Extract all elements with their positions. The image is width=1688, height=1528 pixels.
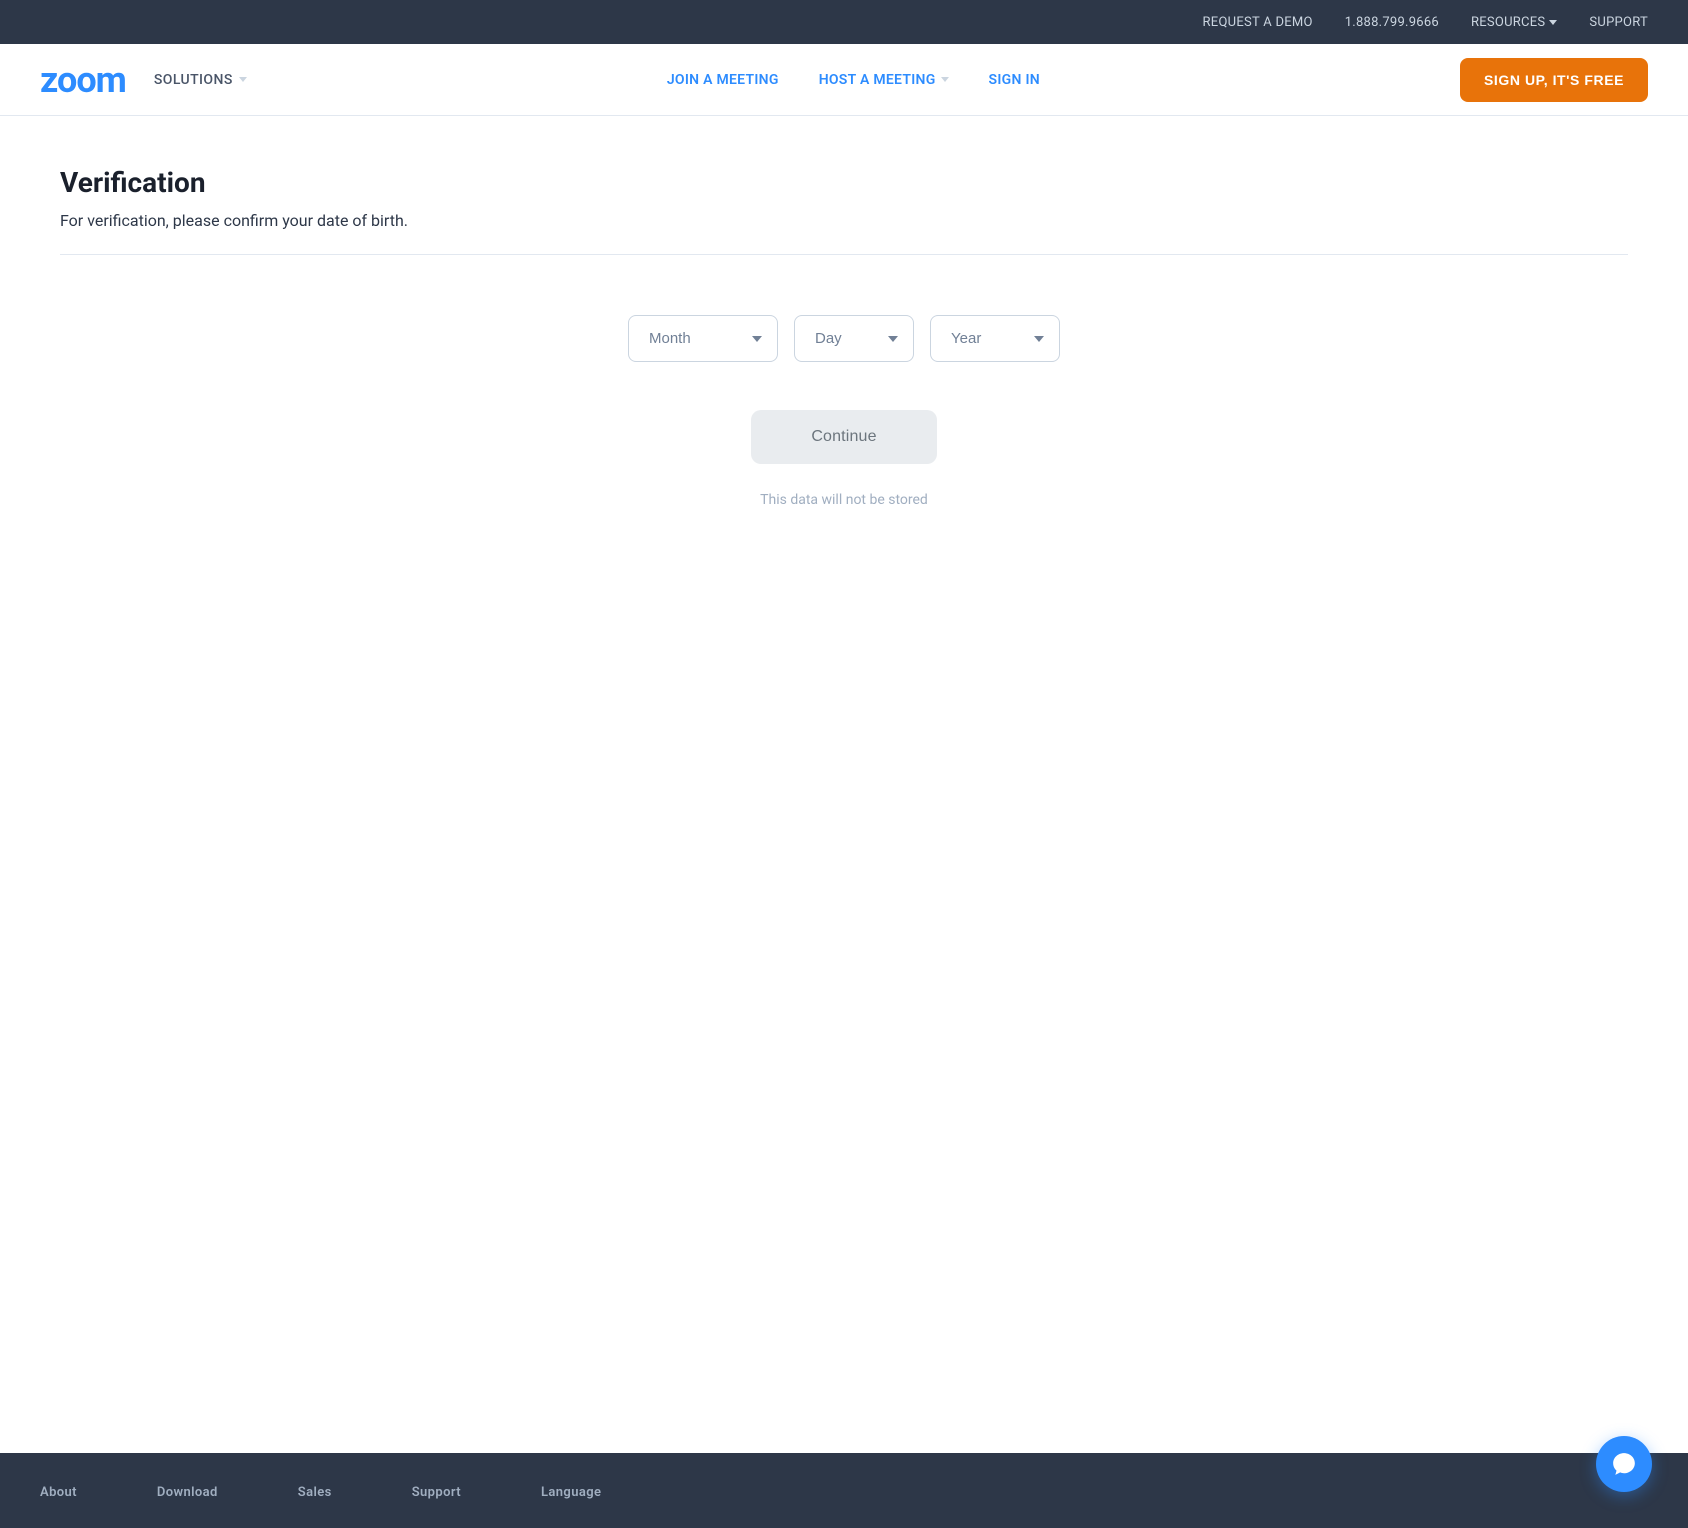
footer-col-support: Support bbox=[412, 1481, 461, 1500]
host-meeting-link[interactable]: HOST A MEETING bbox=[819, 72, 949, 88]
continue-button[interactable]: Continue bbox=[751, 410, 936, 464]
support-link[interactable]: SUPPORT bbox=[1589, 15, 1648, 30]
phone-link[interactable]: 1.888.799.9666 bbox=[1345, 15, 1439, 30]
year-select-wrapper: Year 20262025202420232022202120202019201… bbox=[930, 315, 1060, 362]
join-meeting-link[interactable]: JOIN A MEETING bbox=[667, 72, 779, 88]
month-select[interactable]: Month January February March April May J… bbox=[628, 315, 778, 362]
nav-center: JOIN A MEETING HOST A MEETING SIGN IN bbox=[247, 72, 1460, 88]
solutions-chevron-icon bbox=[239, 77, 247, 82]
footer-col-download: Download bbox=[157, 1481, 218, 1500]
year-select[interactable]: Year 20262025202420232022202120202019201… bbox=[930, 315, 1060, 362]
day-select-wrapper: Day 123456789101112131415161718192021222… bbox=[794, 315, 914, 362]
page-title: Verification bbox=[60, 166, 1628, 199]
footer: About Download Sales Support Language bbox=[0, 1453, 1688, 1528]
content-divider bbox=[60, 254, 1628, 255]
month-select-wrapper: Month January February March April May J… bbox=[628, 315, 778, 362]
chat-icon bbox=[1611, 1451, 1637, 1477]
top-bar: REQUEST A DEMO 1.888.799.9666 RESOURCES … bbox=[0, 0, 1688, 44]
day-select[interactable]: Day 123456789101112131415161718192021222… bbox=[794, 315, 914, 362]
main-nav: zoom SOLUTIONS JOIN A MEETING HOST A MEE… bbox=[0, 44, 1688, 116]
solutions-menu[interactable]: SOLUTIONS bbox=[154, 72, 247, 88]
host-meeting-chevron-icon bbox=[941, 77, 949, 82]
page-subtitle: For verification, please confirm your da… bbox=[60, 211, 1628, 230]
continue-btn-wrapper: Continue bbox=[60, 410, 1628, 464]
chat-bubble-button[interactable] bbox=[1596, 1436, 1652, 1492]
footer-col-about: About bbox=[40, 1481, 77, 1500]
footer-col-sales: Sales bbox=[298, 1481, 332, 1500]
zoom-logo[interactable]: zoom bbox=[40, 59, 126, 101]
resources-link[interactable]: RESOURCES bbox=[1471, 15, 1557, 30]
footer-col-language: Language bbox=[541, 1481, 601, 1500]
data-note: This data will not be stored bbox=[60, 492, 1628, 508]
sign-up-button[interactable]: SIGN UP, IT'S FREE bbox=[1460, 58, 1648, 102]
nav-right: SIGN UP, IT'S FREE bbox=[1460, 58, 1648, 102]
request-demo-link[interactable]: REQUEST A DEMO bbox=[1203, 15, 1313, 30]
main-content: Verification For verification, please co… bbox=[0, 116, 1688, 1453]
date-picker-row: Month January February March April May J… bbox=[60, 315, 1628, 362]
resources-chevron-icon bbox=[1549, 20, 1557, 25]
sign-in-link[interactable]: SIGN IN bbox=[989, 72, 1040, 88]
